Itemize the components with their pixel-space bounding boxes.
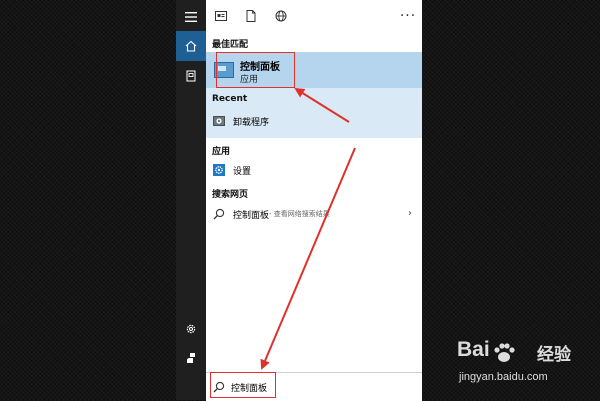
baidu-jingyan-watermark: Bai 经验 jingyan.baidu.com <box>455 338 595 394</box>
document-icon <box>186 70 196 82</box>
highlight-box-best-match <box>216 52 295 88</box>
recent-section: Recent 卸载程序 <box>206 88 422 138</box>
baidu-paw-icon <box>494 343 515 362</box>
more-options-button[interactable]: ··· <box>394 8 422 24</box>
recent-item-uninstall[interactable]: 卸载程序 <box>206 111 422 131</box>
web-globe-icon <box>275 10 287 22</box>
settings-gear-icon <box>186 324 196 334</box>
settings-app-icon <box>212 163 226 177</box>
documents-button[interactable] <box>176 61 206 91</box>
section-recent-header: Recent <box>212 94 248 104</box>
app-item-settings[interactable]: 设置 <box>206 160 422 180</box>
web-item-label: 控制面板 <box>233 210 270 221</box>
search-filter-bar: ··· <box>206 0 422 32</box>
watermark-brand-left: Bai <box>457 338 490 361</box>
filter-apps-button[interactable] <box>206 0 236 32</box>
highlight-box-search <box>210 372 276 398</box>
web-item-control-panel[interactable]: 控制面板 - 查看网络搜索结果 › <box>206 204 422 224</box>
section-apps-header: 应用 <box>212 147 231 157</box>
web-item-hint: - 查看网络搜索结果 <box>269 210 330 218</box>
filter-web-button[interactable] <box>266 0 296 32</box>
search-icon <box>212 207 226 221</box>
home-button[interactable] <box>176 31 206 61</box>
watermark-url: jingyan.baidu.com <box>459 371 548 383</box>
user-icon <box>187 353 195 363</box>
filter-documents-button[interactable] <box>236 0 266 32</box>
section-best-match-header: 最佳匹配 <box>212 40 249 50</box>
watermark-brand-right: 经验 <box>537 345 571 365</box>
settings-button[interactable] <box>176 314 206 344</box>
uninstall-program-icon <box>212 114 226 128</box>
user-button[interactable] <box>176 343 206 373</box>
hamburger-menu-button[interactable] <box>176 2 206 32</box>
hamburger-menu-icon <box>185 12 197 22</box>
documents-icon <box>246 10 256 22</box>
start-menu: ··· 最佳匹配 控制面板 应用 Recent 卸载程序 应用 设置 搜索网页 … <box>176 0 422 401</box>
apps-icon <box>215 11 227 21</box>
home-icon <box>185 40 197 52</box>
start-left-rail <box>176 0 206 400</box>
recent-item-label: 卸载程序 <box>233 117 270 128</box>
app-item-label: 设置 <box>233 166 252 177</box>
section-web-header: 搜索网页 <box>212 190 249 200</box>
chevron-right-icon[interactable]: › <box>408 208 412 219</box>
